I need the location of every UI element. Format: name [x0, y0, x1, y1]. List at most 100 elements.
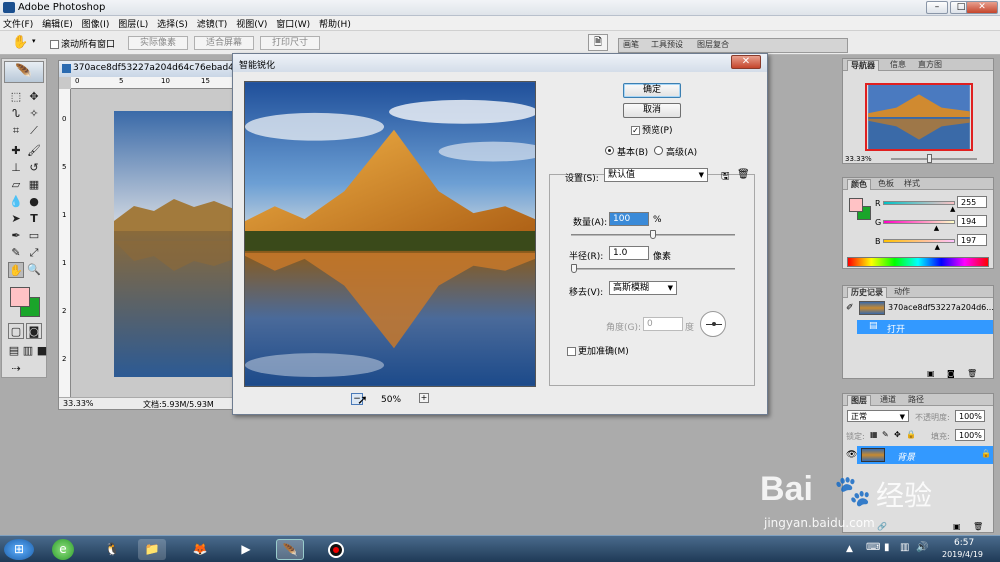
opacity-input[interactable]: 100%: [955, 410, 985, 422]
layer-visibility-eye-icon[interactable]: 👁: [846, 450, 857, 460]
dodge-icon[interactable]: ●: [26, 194, 42, 210]
path-selection-icon[interactable]: ➤: [8, 211, 24, 227]
browser-360-icon[interactable]: e: [52, 539, 74, 560]
firefox-icon[interactable]: 🦊: [186, 539, 214, 560]
hand-tool-icon[interactable]: ✋: [12, 35, 28, 50]
tab-styles[interactable]: 样式: [901, 179, 923, 190]
qq-icon[interactable]: 🐧: [98, 539, 126, 560]
fill-input[interactable]: 100%: [955, 429, 985, 441]
ok-button[interactable]: 确定: [623, 83, 681, 98]
brush-icon[interactable]: 🖌: [26, 143, 42, 159]
feather-logo-icon[interactable]: 🪶: [4, 61, 44, 83]
jump-to-imageready-icon[interactable]: ⇢: [8, 361, 24, 377]
tab-actions[interactable]: 动作: [891, 287, 913, 298]
blend-mode-dropdown[interactable]: 正常 ▼: [847, 410, 909, 422]
slice-icon[interactable]: ⟋: [26, 123, 42, 139]
new-snapshot-icon[interactable]: ◙: [947, 369, 955, 378]
navigator-zoom-thumb[interactable]: [927, 154, 932, 163]
magic-wand-icon[interactable]: ✧: [26, 106, 42, 122]
delete-state-icon[interactable]: 🗑: [967, 369, 977, 378]
tab-color[interactable]: 颜色: [847, 179, 871, 190]
scroll-all-windows-option[interactable]: 滚动所有窗口: [50, 37, 115, 50]
g-slider-thumb[interactable]: ▲: [934, 224, 939, 232]
tray-volume-icon[interactable]: 🔊: [916, 542, 928, 553]
zoom-in-button[interactable]: +: [419, 393, 429, 403]
document-title[interactable]: 370ace8df53227a204d64c76ebad46: [59, 61, 247, 77]
well-tab-tool-presets[interactable]: 工具预设: [648, 40, 686, 51]
dialog-close-button[interactable]: ✕: [731, 55, 761, 69]
tab-layers[interactable]: 图层: [847, 395, 871, 406]
healing-brush-icon[interactable]: ✚: [8, 143, 24, 159]
r-input[interactable]: 255: [957, 196, 987, 208]
settings-dropdown[interactable]: 默认值 ▼: [604, 168, 708, 182]
tool-preset-dropdown-icon[interactable]: ▾: [32, 37, 36, 45]
gradient-icon[interactable]: ▦: [26, 177, 42, 193]
tab-channels[interactable]: 通道: [877, 395, 899, 406]
lock-position-icon[interactable]: ✥: [894, 430, 901, 439]
tab-navigator[interactable]: 导航器: [847, 60, 879, 71]
menu-image[interactable]: 图像(I): [79, 16, 113, 31]
menu-filter[interactable]: 滤镜(T): [194, 16, 231, 31]
zoom-icon[interactable]: 🔍: [26, 262, 42, 278]
navigator-thumbnail[interactable]: [865, 83, 973, 151]
actual-pixels-button[interactable]: 实际像素: [128, 36, 188, 50]
print-size-button[interactable]: 打印尺寸: [260, 36, 320, 50]
pen-icon[interactable]: ✒: [8, 228, 24, 244]
notes-icon[interactable]: ✎: [8, 245, 24, 261]
b-slider-thumb[interactable]: ▲: [935, 243, 940, 251]
lasso-icon[interactable]: ᔐ: [8, 106, 24, 122]
menu-edit[interactable]: 编辑(E): [39, 16, 76, 31]
marquee-icon[interactable]: ⬚: [8, 89, 24, 105]
file-browser-icon[interactable]: 🗎: [588, 34, 608, 51]
tray-expand-icon[interactable]: ▲: [846, 544, 853, 554]
menu-help[interactable]: 帮助(H): [316, 16, 354, 31]
media-player-icon[interactable]: ▶: [232, 539, 260, 560]
menu-window[interactable]: 窗口(W): [273, 16, 313, 31]
remove-dropdown[interactable]: 高斯模糊 ▼: [609, 281, 677, 295]
quickmask-mode-icon[interactable]: ◙: [26, 323, 42, 339]
well-tab-brushes[interactable]: 画笔: [620, 40, 642, 51]
more-accurate-checkbox[interactable]: [567, 347, 576, 356]
delete-settings-icon[interactable]: 🗑: [737, 169, 750, 180]
amount-slider[interactable]: [571, 230, 735, 239]
menu-file[interactable]: 文件(F): [0, 16, 36, 31]
foreground-color-swatch[interactable]: [10, 287, 30, 307]
well-tab-layer-comps[interactable]: 图层复合: [694, 40, 732, 51]
screen-recorder-icon[interactable]: [322, 539, 350, 560]
g-input[interactable]: 194: [957, 215, 987, 227]
lock-all-icon[interactable]: 🔒: [906, 430, 916, 439]
document-zoom[interactable]: 33.33%: [63, 399, 94, 408]
radius-slider[interactable]: [571, 264, 735, 273]
radio-basic-icon[interactable]: [605, 146, 614, 155]
file-explorer-icon[interactable]: 📁: [138, 539, 166, 560]
new-document-from-state-icon[interactable]: ▣: [927, 369, 935, 378]
clock-date[interactable]: 2019/4/19: [942, 550, 983, 559]
type-icon[interactable]: T: [26, 211, 42, 227]
document-canvas-image[interactable]: [114, 111, 234, 377]
eraser-icon[interactable]: ▱: [8, 177, 24, 193]
tab-history[interactable]: 历史记录: [847, 287, 887, 298]
standard-mode-icon[interactable]: ▢: [8, 323, 24, 339]
tray-keyboard-icon[interactable]: ⌨: [866, 542, 880, 553]
radius-slider-thumb[interactable]: [571, 264, 577, 273]
tray-battery-icon[interactable]: ▮: [884, 542, 890, 553]
preview-checkbox[interactable]: ✓: [631, 126, 640, 135]
tab-swatches[interactable]: 色板: [875, 179, 897, 190]
amount-input[interactable]: 100: [609, 212, 649, 226]
history-brush-icon[interactable]: ↺: [26, 160, 42, 176]
layer-name[interactable]: 背景: [897, 450, 915, 463]
menu-layer[interactable]: 图层(L): [115, 16, 151, 31]
history-item-open[interactable]: ▤ 打开: [857, 320, 993, 335]
preview-checkbox-row[interactable]: ✓ 预览(P): [631, 123, 672, 136]
menu-view[interactable]: 视图(V): [233, 16, 270, 31]
radius-input[interactable]: 1.0: [609, 246, 649, 260]
menu-select[interactable]: 选择(S): [154, 16, 191, 31]
r-slider[interactable]: ▲: [883, 201, 955, 213]
clone-stamp-icon[interactable]: ⊥: [8, 160, 24, 176]
close-button[interactable]: ✕: [966, 1, 998, 14]
save-settings-icon[interactable]: 🖫: [721, 169, 730, 186]
history-brush-source-icon[interactable]: ✐: [846, 303, 857, 314]
tab-histogram[interactable]: 直方图: [915, 60, 945, 71]
crop-icon[interactable]: ⌗: [8, 123, 24, 139]
radio-advanced-icon[interactable]: [654, 146, 663, 155]
